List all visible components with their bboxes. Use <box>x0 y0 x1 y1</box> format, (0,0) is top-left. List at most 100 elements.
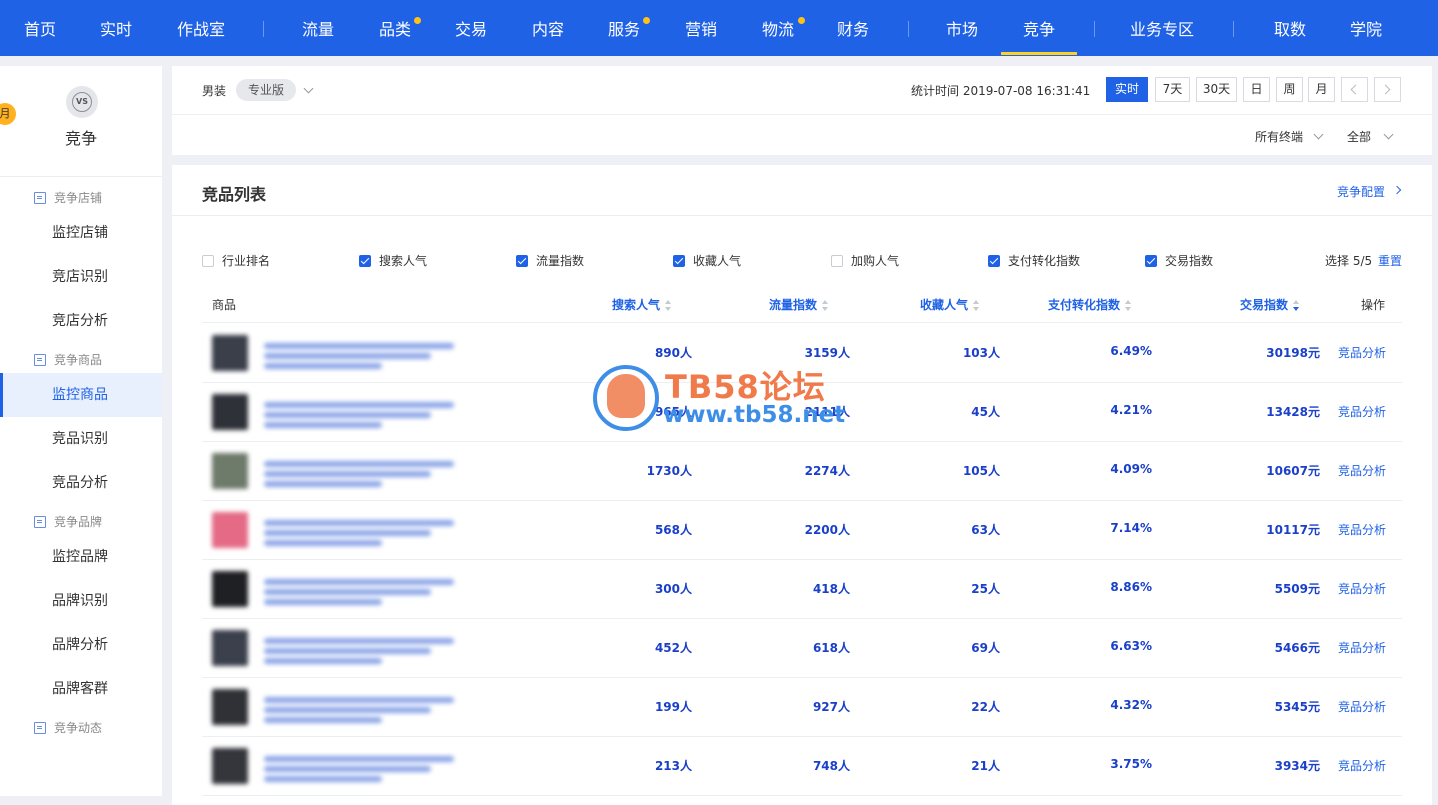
nav-item-10[interactable]: 财务 <box>823 0 883 56</box>
metric-checkbox[interactable]: 加购人气 <box>831 252 899 269</box>
table-row: 213人 748人 21人 3.75% 3934元 竞品分析 <box>202 736 1402 795</box>
product-title-blurred[interactable] <box>264 516 454 546</box>
metric-checkbox[interactable]: 流量指数 <box>516 252 584 269</box>
next-period-button[interactable] <box>1374 77 1401 102</box>
table-row: 568人 2200人 63人 7.14% 10117元 竞品分析 <box>202 500 1402 559</box>
analyze-product-link[interactable]: 竞品分析 <box>1338 757 1386 774</box>
column-header-conversion[interactable]: 支付转化指数 <box>1048 296 1132 313</box>
product-thumbnail[interactable] <box>212 453 248 489</box>
terminal-filter[interactable]: 所有终端 <box>1255 128 1303 145</box>
time-range-button[interactable]: 实时 <box>1106 77 1148 102</box>
column-header-trade[interactable]: 交易指数 <box>1240 296 1300 313</box>
checkbox-unchecked-icon[interactable] <box>831 254 843 267</box>
prev-period-button[interactable] <box>1341 77 1368 102</box>
metric-checkbox[interactable]: 支付转化指数 <box>988 252 1080 269</box>
product-title-blurred[interactable] <box>264 398 454 428</box>
metric-checkbox[interactable]: 收藏人气 <box>673 252 741 269</box>
sidebar-item[interactable]: 竞店分析 <box>0 299 162 343</box>
time-range-button[interactable]: 月 <box>1308 77 1335 102</box>
analyze-product-link[interactable]: 竞品分析 <box>1338 403 1386 420</box>
sidebar-item[interactable]: 品牌客群 <box>0 667 162 711</box>
cell-traffic: 618人 <box>812 641 850 655</box>
product-thumbnail[interactable] <box>212 512 248 548</box>
nav-item-15[interactable]: 学院 <box>1334 0 1398 56</box>
sidebar-group: 竞争动态 <box>34 719 102 736</box>
analyze-product-link[interactable]: 竞品分析 <box>1338 639 1386 656</box>
checkbox-checked-icon[interactable] <box>516 254 528 267</box>
competition-config-link[interactable]: 竞争配置 <box>1337 183 1385 200</box>
column-header-favorite[interactable]: 收藏人气 <box>920 296 980 313</box>
sidebar-item[interactable]: 竞品识别 <box>0 417 162 461</box>
nav-item-7[interactable]: 服务 <box>595 0 653 56</box>
column-header-search[interactable]: 搜索人气 <box>612 296 672 313</box>
sidebar-item[interactable]: 品牌分析 <box>0 623 162 667</box>
sidebar-item[interactable]: 品牌识别 <box>0 579 162 623</box>
metric-checkbox[interactable]: 搜索人气 <box>359 252 427 269</box>
nav-item-0[interactable]: 首页 <box>14 0 66 56</box>
store-icon <box>34 515 46 528</box>
nav-item-12[interactable]: 竞争 <box>1004 0 1074 56</box>
product-thumbnail[interactable] <box>212 748 248 784</box>
checkbox-checked-icon[interactable] <box>359 254 371 267</box>
checkbox-checked-icon[interactable] <box>673 254 685 267</box>
analyze-product-link[interactable]: 竞品分析 <box>1338 580 1386 597</box>
sidebar-item[interactable]: 竞品分析 <box>0 461 162 505</box>
nav-item-label: 实时 <box>99 20 132 39</box>
time-range-button[interactable]: 日 <box>1243 77 1270 102</box>
product-thumbnail[interactable] <box>212 630 248 666</box>
column-header-traffic[interactable]: 流量指数 <box>769 296 829 313</box>
nav-item-label: 交易 <box>454 20 487 39</box>
sidebar-item[interactable]: 监控品牌 <box>0 535 162 579</box>
checkbox-unchecked-icon[interactable] <box>202 254 214 267</box>
product-title-blurred[interactable] <box>264 457 454 487</box>
product-title-blurred[interactable] <box>264 693 454 723</box>
checkbox-checked-icon[interactable] <box>1145 254 1157 267</box>
checkbox-checked-icon[interactable] <box>988 254 1000 267</box>
nav-item-9[interactable]: 物流 <box>748 0 808 56</box>
chevron-down-icon[interactable] <box>303 83 314 94</box>
nav-item-14[interactable]: 取数 <box>1258 0 1322 56</box>
chevron-down-icon[interactable] <box>1313 129 1324 140</box>
month-badge[interactable]: 月 <box>0 103 16 125</box>
analyze-product-link[interactable]: 竞品分析 <box>1338 521 1386 538</box>
product-title-blurred[interactable] <box>264 752 454 782</box>
cell-favorite: 45人 <box>971 405 1000 419</box>
cell-favorite: 69人 <box>971 641 1000 655</box>
sidebar-item[interactable]: 监控店铺 <box>0 211 162 255</box>
nav-item-2[interactable]: 作战室 <box>166 0 236 56</box>
product-thumbnail[interactable] <box>212 689 248 725</box>
product-title-blurred[interactable] <box>264 575 454 605</box>
category-label[interactable]: 男装 <box>202 82 226 99</box>
nav-item-1[interactable]: 实时 <box>86 0 146 56</box>
product-title-blurred[interactable] <box>264 634 454 664</box>
time-range-button[interactable]: 7天 <box>1155 77 1190 102</box>
time-range-button[interactable]: 30天 <box>1196 77 1237 102</box>
chevron-down-icon[interactable] <box>1383 129 1394 140</box>
nav-item-6[interactable]: 内容 <box>518 0 578 56</box>
analyze-product-link[interactable]: 竞品分析 <box>1338 344 1386 361</box>
analyze-product-link[interactable]: 竞品分析 <box>1338 698 1386 715</box>
time-range-button[interactable]: 周 <box>1276 77 1303 102</box>
analyze-product-link[interactable]: 竞品分析 <box>1338 462 1386 479</box>
product-thumbnail[interactable] <box>212 394 248 430</box>
product-thumbnail[interactable] <box>212 335 248 371</box>
scope-filter[interactable]: 全部 <box>1347 128 1371 145</box>
nav-item-4[interactable]: 品类 <box>366 0 424 56</box>
nav-item-5[interactable]: 交易 <box>441 0 501 56</box>
nav-item-3[interactable]: 流量 <box>288 0 348 56</box>
product-title-blurred[interactable] <box>264 339 454 369</box>
reset-button[interactable]: 重置 <box>1378 252 1402 269</box>
metric-checkbox[interactable]: 交易指数 <box>1145 252 1213 269</box>
cell-search: 965人 <box>654 405 692 419</box>
sidebar-item[interactable]: 监控商品 <box>0 373 162 417</box>
nav-item-8[interactable]: 营销 <box>671 0 731 56</box>
nav-item-11[interactable]: 市场 <box>930 0 994 56</box>
cell-trade: 3934元 <box>1274 759 1320 773</box>
product-thumbnail[interactable] <box>212 571 248 607</box>
cell-favorite: 103人 <box>962 346 1000 360</box>
sidebar-title: 竞争 <box>64 129 97 148</box>
nav-item-13[interactable]: 业务专区 <box>1117 0 1207 56</box>
sidebar-item[interactable]: 竞店识别 <box>0 255 162 299</box>
edition-badge[interactable]: 专业版 <box>236 79 297 101</box>
metric-checkbox[interactable]: 行业排名 <box>202 252 270 269</box>
